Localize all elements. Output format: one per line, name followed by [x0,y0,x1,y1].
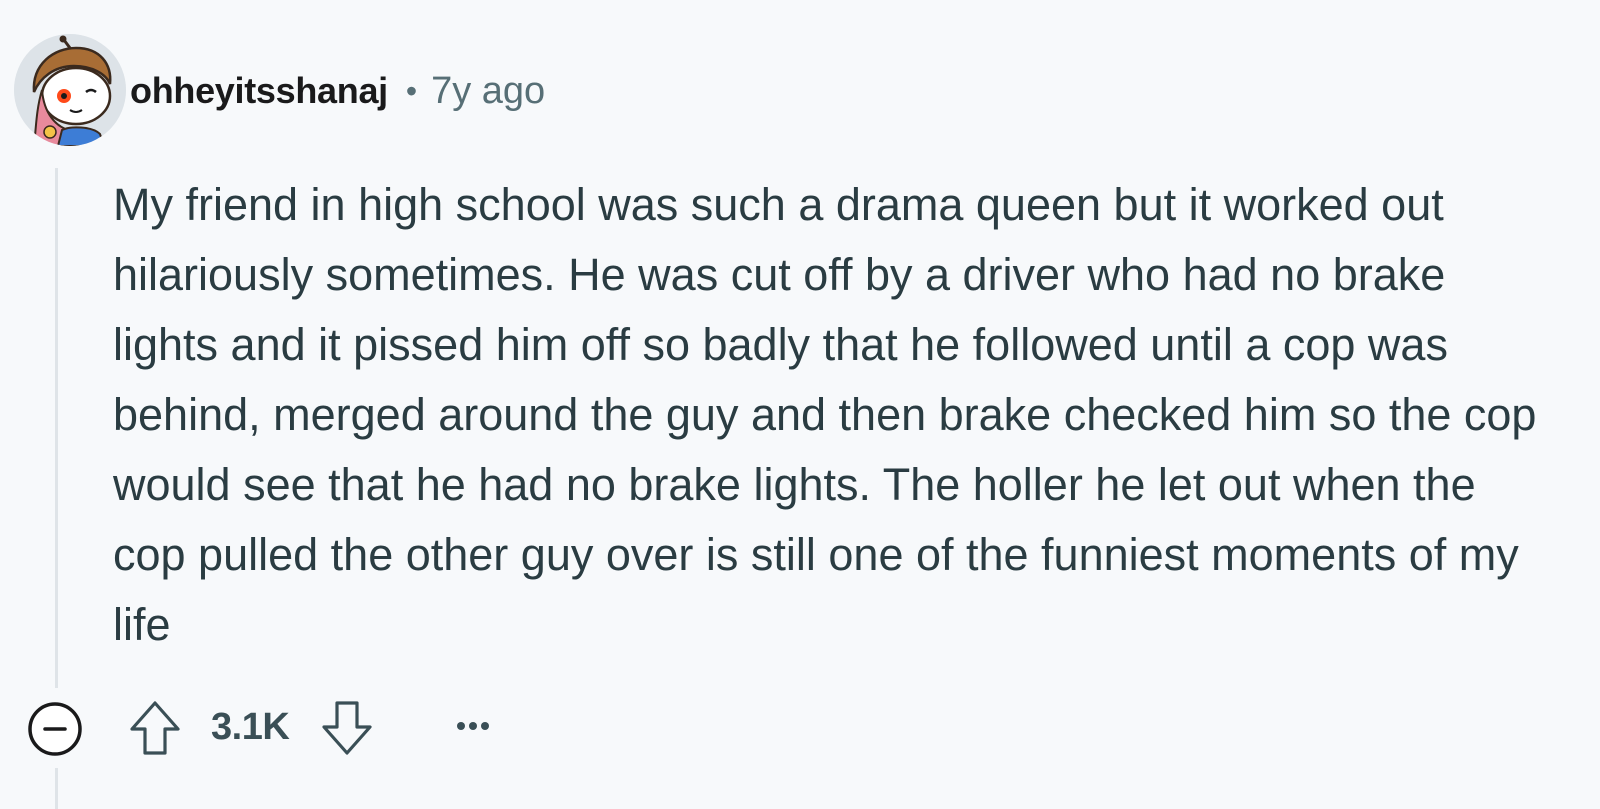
comment-action-bar: 3.1K [0,692,600,764]
vote-score: 3.1K [211,706,290,748]
thread-line[interactable] [55,168,58,688]
comment-header: ohheyitsshanaj • 7y ago [130,66,545,116]
comment-body: My friend in high school was such a dram… [113,179,1537,650]
upvote-button[interactable] [126,697,184,759]
user-avatar[interactable] [14,34,126,146]
collapse-minus-icon [28,702,82,756]
more-options-icon [457,722,489,730]
downvote-button[interactable] [318,697,376,759]
thread-line-continuation[interactable] [55,768,58,809]
downvote-arrow-icon [322,701,372,755]
collapse-thread-button[interactable] [26,700,84,758]
more-options-button[interactable] [448,706,498,746]
upvote-arrow-icon [130,701,180,755]
username-link[interactable]: ohheyitsshanaj [130,70,388,112]
meta-separator: • [405,72,418,109]
comment-timestamp[interactable]: 7y ago [431,70,545,113]
snoo-avatar-icon [14,34,126,146]
